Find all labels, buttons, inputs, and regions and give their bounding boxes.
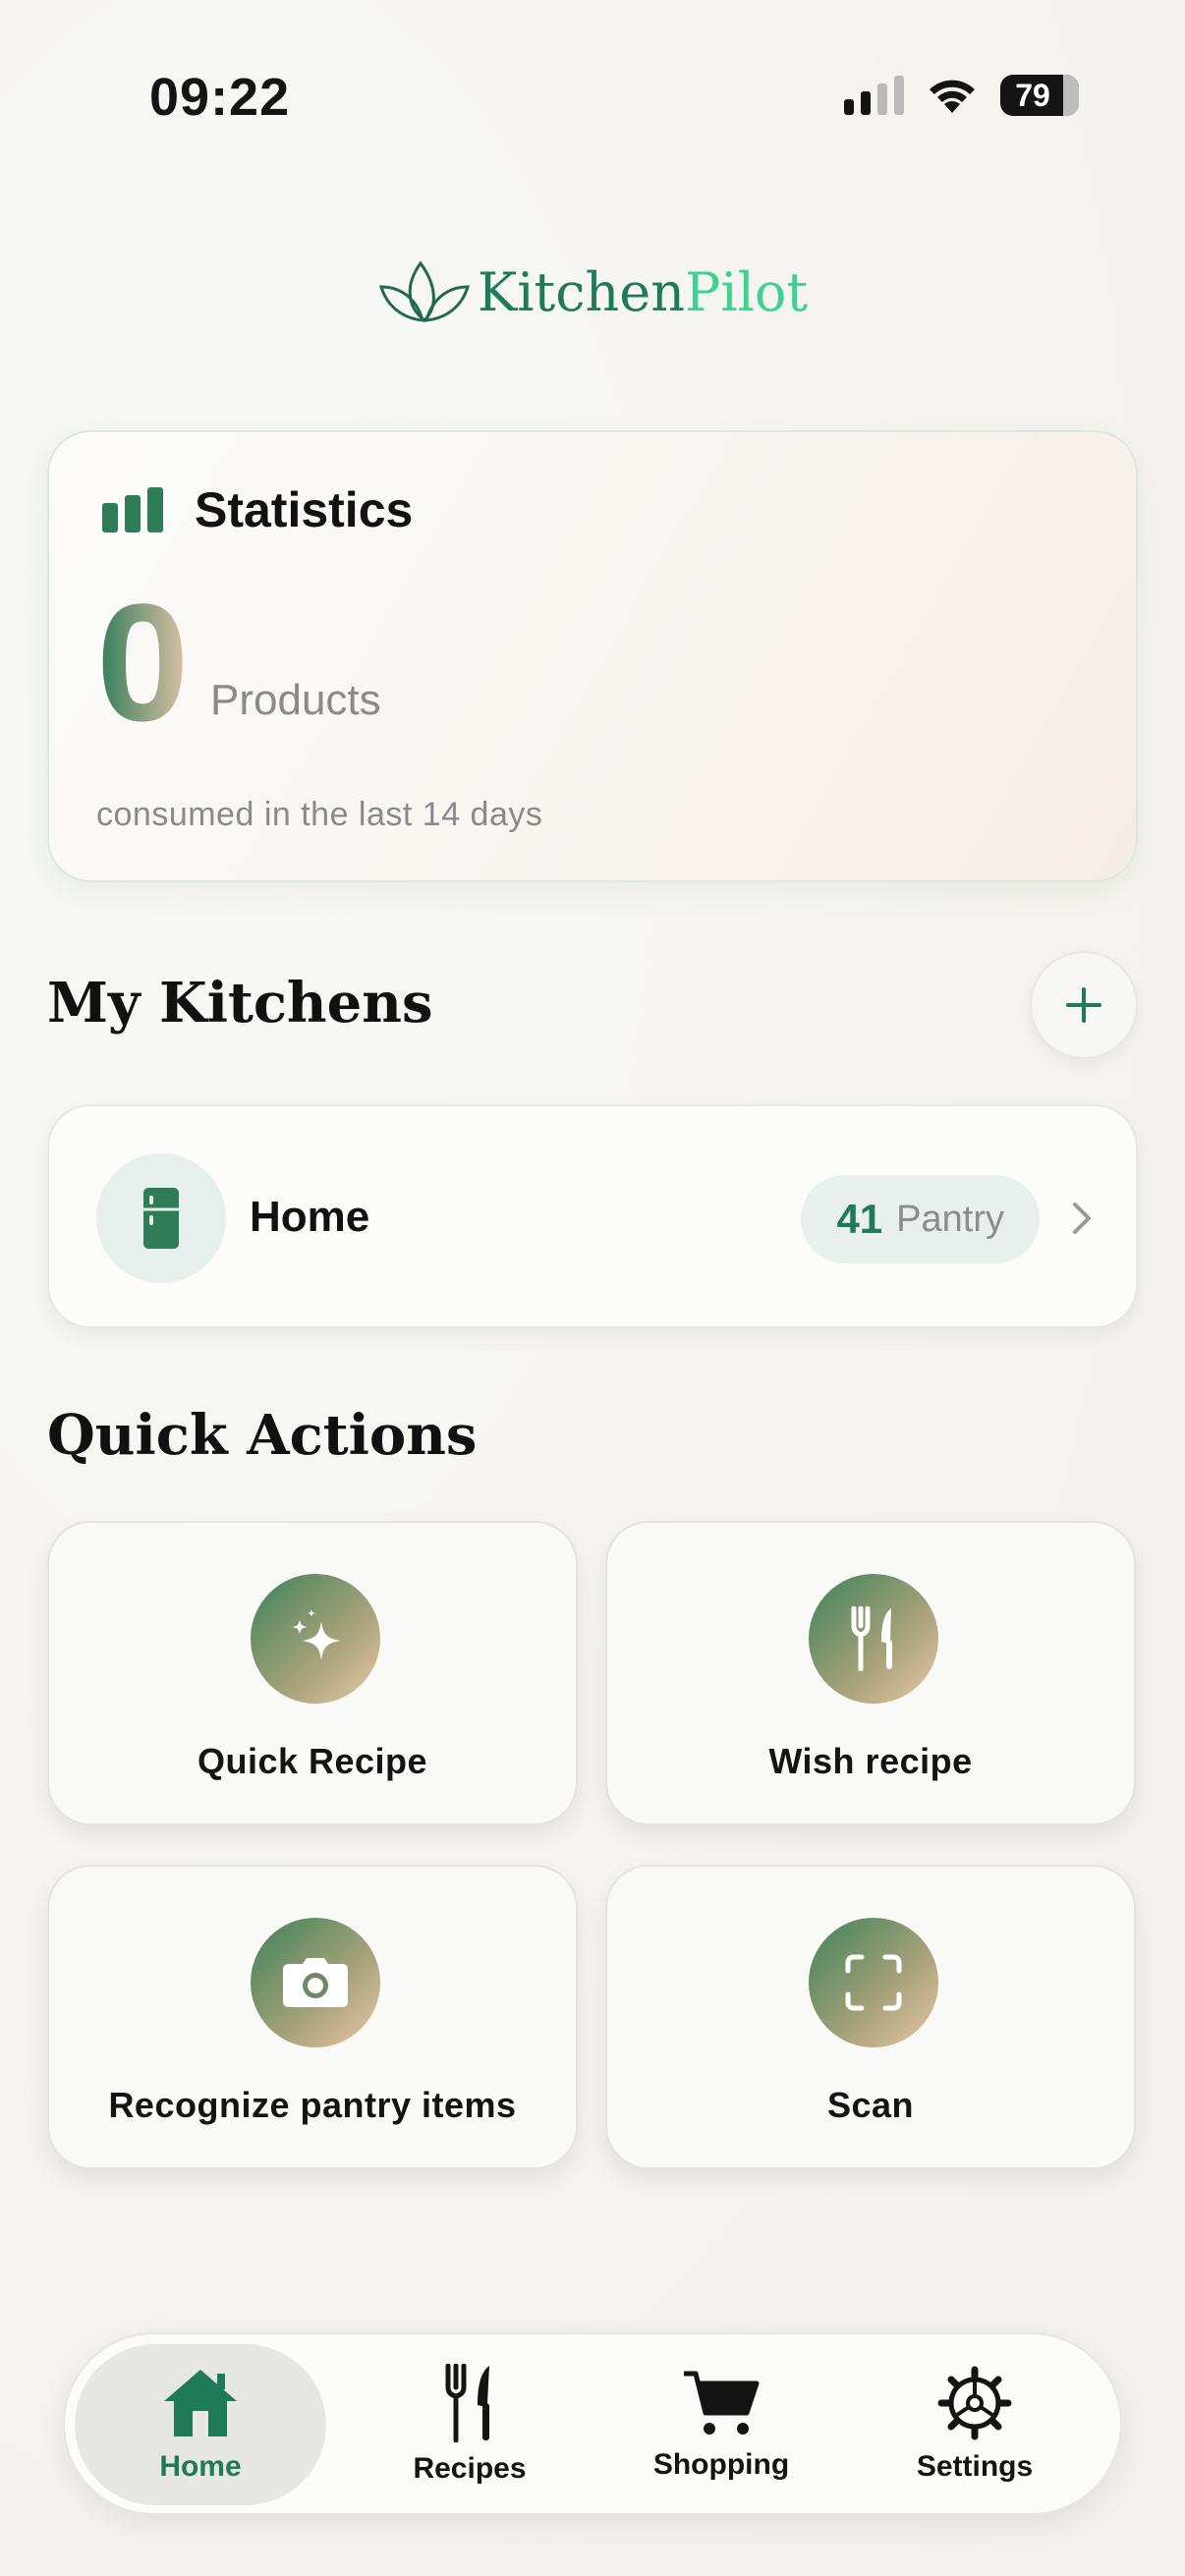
statistics-unit: Products bbox=[210, 676, 381, 724]
add-kitchen-button[interactable] bbox=[1030, 951, 1138, 1059]
cellular-signal-icon bbox=[844, 76, 904, 115]
kitchen-avatar bbox=[96, 1153, 226, 1283]
statistics-subtitle: consumed in the last 14 days bbox=[96, 796, 543, 833]
nav-home[interactable]: Home bbox=[75, 2344, 326, 2505]
leaf-logo-icon bbox=[378, 260, 470, 322]
fork-knife-icon bbox=[851, 1606, 892, 1671]
bar-chart-icon bbox=[102, 487, 163, 532]
nav-settings[interactable]: Settings bbox=[849, 2344, 1100, 2505]
statistics-header: Statistics bbox=[100, 481, 413, 538]
chevron-right-icon bbox=[1073, 1203, 1091, 1234]
statistics-card[interactable]: Statistics 0 Products consumed in the la… bbox=[47, 430, 1138, 882]
wish-recipe-button[interactable]: Wish recipe bbox=[605, 1521, 1136, 1825]
wish-recipe-label: Wish recipe bbox=[768, 1741, 973, 1781]
recognize-pantry-items-button[interactable]: Recognize pantry items bbox=[47, 1865, 578, 2169]
statistics-value: 0 bbox=[96, 570, 190, 756]
app-name: KitchenPilot bbox=[478, 261, 808, 323]
cart-icon bbox=[684, 2371, 760, 2435]
app-logo: KitchenPilot bbox=[0, 257, 1185, 326]
app-name-part1: Kitchen bbox=[477, 260, 685, 323]
my-kitchens-title: My Kitchens bbox=[47, 971, 433, 1036]
sparkles-icon bbox=[292, 1609, 341, 1660]
app-name-part2: Pilot bbox=[684, 260, 809, 323]
battery-level: 79 bbox=[1015, 77, 1050, 113]
recognize-pantry-items-label: Recognize pantry items bbox=[108, 2085, 517, 2125]
plus-icon bbox=[1066, 987, 1101, 1023]
scan-icon bbox=[845, 1954, 902, 2011]
nav-recipes[interactable]: Recipes bbox=[344, 2344, 595, 2505]
quick-recipe-icon-circle bbox=[251, 1574, 380, 1704]
statistics-title: Statistics bbox=[195, 482, 414, 537]
quick-actions-title: Quick Actions bbox=[47, 1403, 478, 1468]
kitchen-name: Home bbox=[250, 1193, 370, 1241]
pantry-count: 41 bbox=[836, 1196, 883, 1242]
nav-home-label: Home bbox=[159, 2450, 242, 2483]
status-icons: 79 bbox=[844, 75, 1079, 116]
bottom-nav: Home Recipes Shopping Settings bbox=[63, 2332, 1122, 2515]
pantry-badge: 41 Pantry bbox=[801, 1175, 1040, 1263]
gear-icon bbox=[937, 2366, 1012, 2440]
home-screen: 09:22 79 KitchenPilot Statistics 0 Produ… bbox=[0, 0, 1185, 2576]
kitchen-card-home[interactable]: Home 41 Pantry bbox=[47, 1104, 1138, 1328]
scan-label: Scan bbox=[826, 2085, 915, 2125]
wish-recipe-icon-circle bbox=[809, 1574, 938, 1704]
status-time: 09:22 bbox=[149, 68, 291, 127]
fork-knife-icon bbox=[445, 2364, 489, 2442]
status-bar: 09:22 79 bbox=[0, 0, 1185, 187]
battery-icon: 79 bbox=[1000, 75, 1079, 116]
quick-recipe-label: Quick Recipe bbox=[197, 1741, 428, 1781]
wifi-icon bbox=[930, 80, 975, 113]
quick-recipe-button[interactable]: Quick Recipe bbox=[47, 1521, 578, 1825]
nav-shopping-label: Shopping bbox=[652, 2448, 790, 2481]
nav-settings-label: Settings bbox=[916, 2450, 1034, 2483]
nav-shopping[interactable]: Shopping bbox=[595, 2344, 847, 2505]
scan-icon-circle bbox=[809, 1918, 938, 2047]
camera-icon bbox=[283, 1958, 348, 2007]
fridge-icon bbox=[143, 1188, 179, 1249]
home-icon bbox=[164, 2370, 237, 2436]
nav-recipes-label: Recipes bbox=[413, 2452, 527, 2485]
scan-button[interactable]: Scan bbox=[605, 1865, 1136, 2169]
pantry-label: Pantry bbox=[896, 1198, 1004, 1240]
recognize-pantry-icon-circle bbox=[251, 1918, 380, 2047]
